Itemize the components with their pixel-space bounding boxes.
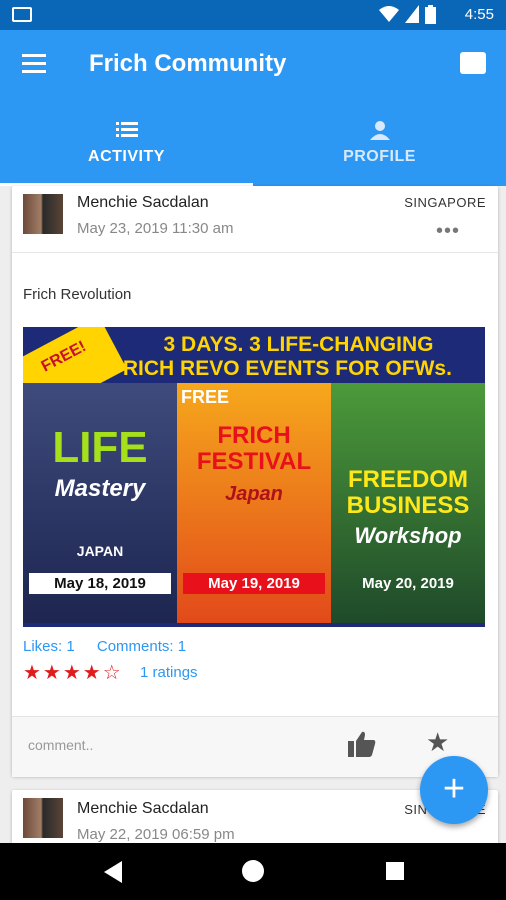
comments-count[interactable]: Comments: 1	[97, 638, 186, 655]
divider	[12, 252, 498, 253]
post-date: May 22, 2019 06:59 pm	[77, 826, 235, 843]
post-author[interactable]: Menchie Sacdalan	[77, 194, 209, 212]
more-options-icon[interactable]: •••	[436, 220, 460, 243]
person-icon	[369, 121, 390, 140]
poster-panel2-top: FREE	[181, 387, 230, 407]
app-title: Frich Community	[89, 50, 287, 77]
poster-panel3-sub: Workshop	[354, 523, 462, 548]
poster-headline-2: FRICH REVO EVENTS FOR OFWs.	[110, 357, 452, 380]
chat-icon[interactable]	[460, 52, 486, 74]
avatar[interactable]	[23, 194, 63, 234]
tab-bar: ACTIVITY PROFILE	[0, 110, 506, 186]
ratings-count[interactable]: 1 ratings	[140, 664, 198, 681]
post-author[interactable]: Menchie Sacdalan	[77, 800, 209, 818]
post-stats: Likes: 1 Comments: 1	[23, 638, 204, 655]
home-icon[interactable]	[242, 860, 264, 882]
poster-panel1-date: May 18, 2019	[29, 573, 171, 594]
system-nav-bar	[0, 843, 506, 900]
poster-panel2-sub: Japan	[225, 483, 283, 505]
poster-panel3-date: May 20, 2019	[362, 575, 454, 592]
poster-panel1-sub: Mastery	[54, 475, 146, 502]
rating-stars[interactable]: ★★★★☆	[23, 660, 123, 685]
status-time: 4:55	[464, 6, 494, 23]
recent-apps-icon[interactable]	[386, 862, 404, 880]
post-card: Menchie Sacdalan May 23, 2019 11:30 am S…	[12, 186, 498, 777]
avatar[interactable]	[23, 798, 63, 838]
back-icon[interactable]	[104, 861, 122, 883]
wifi-icon	[379, 6, 399, 22]
status-icons	[379, 5, 436, 24]
favorite-star-icon[interactable]: ★	[426, 727, 449, 758]
menu-icon[interactable]	[22, 54, 46, 74]
poster-panel1-title: LIFE	[52, 423, 148, 472]
comment-input[interactable]: comment..	[28, 737, 93, 753]
thumbs-up-icon[interactable]	[348, 731, 376, 757]
post-location: SINGAPORE	[404, 195, 486, 210]
poster-panel2-title: FRICH FESTIVAL	[196, 422, 312, 475]
poster-panel-frich-festival: FREE FRICH FESTIVAL Japan May 19, 2019	[177, 383, 331, 623]
post-date: May 23, 2019 11:30 am	[77, 220, 234, 237]
tab-activity-label: ACTIVITY	[88, 148, 165, 165]
tab-activity[interactable]: ACTIVITY	[0, 110, 253, 186]
tab-profile[interactable]: PROFILE	[253, 110, 506, 186]
add-post-button[interactable]: +	[420, 756, 488, 824]
battery-icon	[425, 5, 436, 24]
post-title: Frich Revolution	[23, 286, 132, 303]
poster-panel-life-mastery: LIFE Mastery JAPAN May 18, 2019	[23, 383, 177, 623]
poster-headline-1: 3 DAYS. 3 LIFE-CHANGING	[163, 333, 434, 356]
likes-count[interactable]: Likes: 1	[23, 638, 75, 655]
tab-profile-label: PROFILE	[343, 148, 416, 165]
list-icon	[115, 122, 138, 137]
post-image[interactable]: FREE! 3 DAYS. 3 LIFE-CHANGING FRICH REVO…	[23, 327, 485, 627]
poster-panel2-date: May 19, 2019	[183, 573, 325, 594]
poster-panel3-title: FREEDOM BUSINESS	[346, 466, 470, 519]
status-bar: 4:55	[0, 0, 506, 30]
post-footer: comment.. ★	[12, 716, 498, 777]
signal-icon	[405, 5, 419, 23]
app-bar: Frich Community ACTIVITY PROFILE	[0, 30, 506, 186]
poster-panel1-country: JAPAN	[76, 543, 124, 559]
mail-icon	[12, 7, 32, 22]
poster-panel-freedom-business: FREEDOM BUSINESS Workshop May 20, 2019	[331, 383, 485, 623]
